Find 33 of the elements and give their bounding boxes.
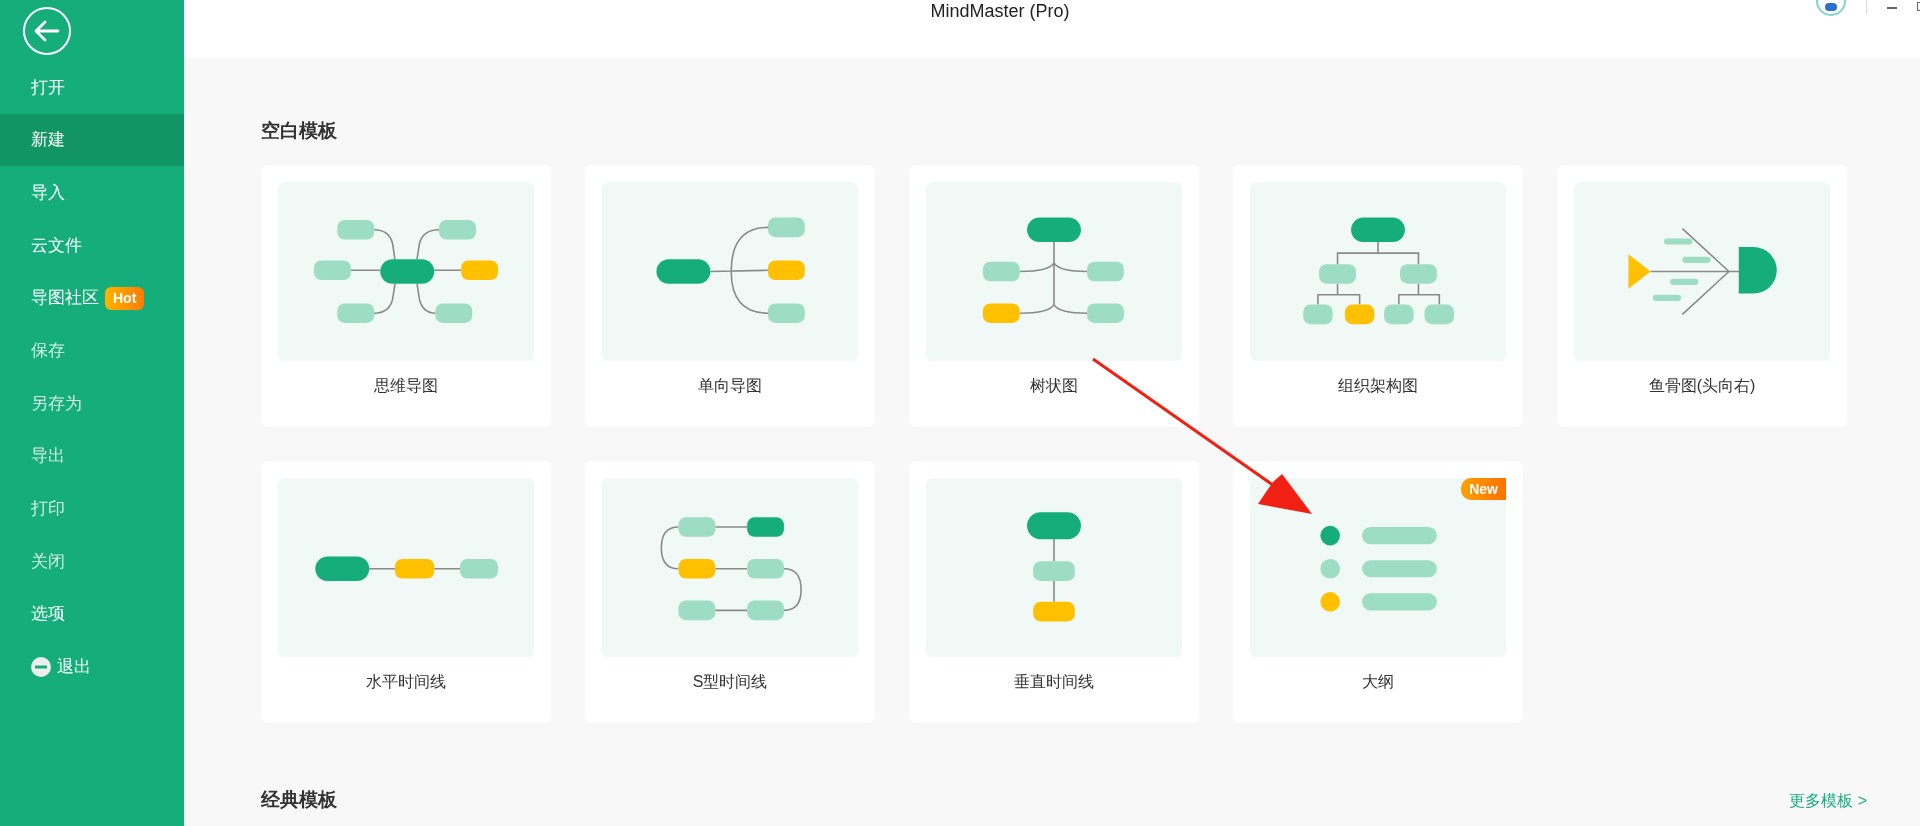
window-title: MindMaster (Pro): [930, 0, 1070, 22]
template-card[interactable]: 思维导图: [261, 165, 551, 427]
template-card[interactable]: New 大纲: [1233, 461, 1523, 723]
sidebar-item[interactable]: 打开: [0, 61, 184, 114]
template-card[interactable]: 组织架构图: [1233, 165, 1523, 427]
section-heading: 经典模板: [261, 788, 337, 812]
template-label: 单向导图: [698, 375, 762, 396]
sidebar-item[interactable]: 云文件: [0, 219, 184, 272]
template-card[interactable]: 单向导图: [585, 165, 875, 427]
template-label: 鱼骨图(头向右): [1648, 375, 1756, 396]
more-templates-link[interactable]: 更多模板 >: [1789, 789, 1867, 813]
sidebar-item[interactable]: 选项: [0, 587, 184, 641]
sidebar-item[interactable]: 退出: [0, 640, 184, 694]
template-card[interactable]: 树状图: [909, 165, 1199, 427]
sidebar-item[interactable]: 新建: [0, 113, 184, 167]
sidebar-item-label: 退出: [57, 656, 91, 679]
template-label: 水平时间线: [366, 671, 446, 692]
template-label: 组织架构图: [1338, 375, 1418, 396]
template-card[interactable]: 水平时间线: [261, 461, 551, 723]
template-card[interactable]: 鱼骨图(头向右): [1557, 165, 1847, 427]
sidebar-item-label: 导图社区: [31, 287, 99, 310]
template-card[interactable]: S型时间线: [585, 461, 875, 723]
sidebar-item[interactable]: 导入: [0, 166, 184, 220]
template-label: 大纲: [1362, 671, 1394, 692]
new-badge: New: [1461, 478, 1506, 500]
template-label: S型时间线: [692, 671, 768, 692]
hot-badge: Hot: [105, 286, 145, 310]
template-label: 思维导图: [374, 375, 438, 396]
template-label: 垂直时间线: [1014, 671, 1094, 692]
template-label: 树状图: [1030, 375, 1078, 396]
template-card[interactable]: 垂直时间线: [909, 461, 1199, 723]
sidebar-item[interactable]: 导图社区 Hot: [0, 271, 184, 325]
section-heading: 空白模板: [261, 119, 338, 143]
